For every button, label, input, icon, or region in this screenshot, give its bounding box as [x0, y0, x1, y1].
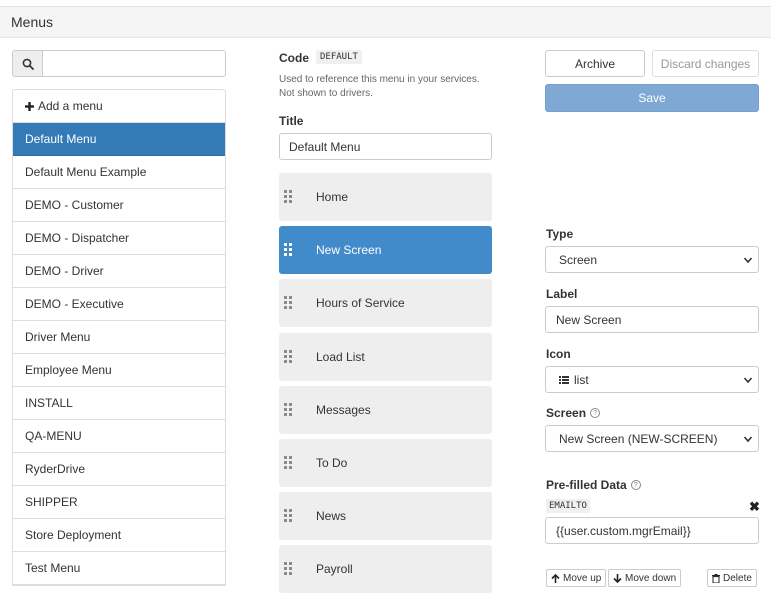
- screen-label-text: Screen: [546, 406, 587, 420]
- screen-item-label: Home: [316, 190, 349, 204]
- delete-label: Delete: [723, 572, 752, 584]
- label-input[interactable]: [545, 306, 759, 333]
- add-menu-label: Add a menu: [38, 99, 103, 113]
- prefilled-key-badge: EMAILTO: [546, 499, 590, 513]
- screen-item[interactable]: Hours of Service: [279, 279, 492, 328]
- menu-list-item[interactable]: Default Menu Example: [13, 156, 225, 189]
- screen-item[interactable]: To Do: [279, 438, 492, 487]
- label-label-text: Label: [546, 287, 578, 301]
- menu-list-item[interactable]: Default Menu: [13, 123, 225, 156]
- type-select[interactable]: Screen: [545, 246, 759, 273]
- screen-item[interactable]: Load List: [279, 332, 492, 381]
- drag-handle-icon[interactable]: [284, 296, 294, 310]
- drag-handle-icon[interactable]: [284, 349, 294, 364]
- discard-changes-button[interactable]: Discard changes: [652, 50, 759, 77]
- menu-list-item[interactable]: INSTALL: [13, 387, 225, 420]
- screen-item-label: Hours of Service: [316, 296, 405, 311]
- title-input[interactable]: [279, 133, 492, 160]
- menu-list-item[interactable]: QA-MENU: [13, 420, 225, 453]
- save-button[interactable]: Save: [545, 84, 759, 112]
- page-header: Menus: [0, 6, 771, 38]
- code-label: Code: [279, 51, 309, 65]
- move-down-label: Move down: [625, 572, 677, 584]
- menu-list-item[interactable]: DEMO - Customer: [13, 189, 225, 222]
- screen-select[interactable]: New Screen (NEW-SCREEN): [545, 425, 759, 452]
- archive-button[interactable]: Archive: [545, 50, 645, 77]
- menu-list-item[interactable]: DEMO - Driver: [13, 255, 225, 288]
- menu-list-item[interactable]: SHIPPER: [13, 486, 225, 519]
- drag-handle-icon[interactable]: [284, 190, 294, 204]
- icon-label: Icon: [546, 347, 571, 361]
- chevron-down-icon: [743, 377, 753, 384]
- screen-list: Home New Screen Hours of Service Load List M…: [279, 173, 492, 599]
- screen-select-value: New Screen (NEW-SCREEN): [559, 431, 718, 446]
- screen-item-label: New Screen: [316, 243, 382, 258]
- remove-prefilled-icon[interactable]: ✖: [749, 499, 760, 515]
- menu-list-item[interactable]: Driver Menu: [13, 321, 225, 354]
- icon-select[interactable]: list: [545, 366, 759, 393]
- chevron-down-icon: [743, 257, 753, 264]
- type-label: Type: [546, 227, 573, 241]
- trash-icon: [712, 573, 720, 583]
- menu-list-item[interactable]: DEMO - Dispatcher: [13, 222, 225, 255]
- move-up-label: Move up: [563, 572, 602, 584]
- chevron-down-icon: [743, 436, 753, 443]
- type-label-text: Type: [546, 227, 574, 241]
- move-up-button[interactable]: Move up: [546, 569, 607, 587]
- screen-item[interactable]: News: [279, 492, 492, 541]
- screen-item[interactable]: Home: [279, 173, 492, 221]
- drag-handle-icon[interactable]: [284, 509, 294, 523]
- screen-item-label: News: [316, 509, 347, 524]
- menu-list-item[interactable]: Store Deployment: [13, 519, 225, 552]
- drag-handle-icon[interactable]: [284, 562, 294, 576]
- menu-list-item[interactable]: Test Menu: [13, 552, 225, 585]
- menu-list-item[interactable]: DEMO - Executive: [13, 288, 225, 321]
- help-icon[interactable]: ?: [630, 480, 641, 490]
- drag-handle-icon[interactable]: [284, 402, 294, 417]
- search-icon: [22, 58, 34, 70]
- page-title: Menus: [11, 14, 54, 30]
- type-select-value: Screen: [559, 252, 598, 267]
- search-addon: [12, 50, 43, 77]
- prefilled-data-label-text: Pre-filled Data: [546, 478, 627, 492]
- search-input[interactable]: [42, 50, 226, 77]
- code-help-text: Used to reference this menu in your serv…: [279, 74, 480, 99]
- label-label: Label: [546, 287, 577, 301]
- title-label: Title: [279, 114, 304, 128]
- screen-item[interactable]: Messages: [279, 385, 492, 434]
- arrow-down-icon: [613, 573, 622, 583]
- screen-item-label: Messages: [316, 402, 371, 417]
- arrow-up-icon: [551, 573, 560, 583]
- screen-item[interactable]: Payroll: [279, 545, 492, 594]
- delete-button[interactable]: Delete: [707, 569, 757, 587]
- move-down-button[interactable]: Move down: [608, 569, 682, 587]
- screen-item-label: To Do: [316, 455, 348, 470]
- drag-handle-icon[interactable]: [284, 455, 294, 470]
- icon-select-value: list: [574, 372, 589, 387]
- prefilled-data-label: Pre-filled Data ?: [546, 478, 641, 492]
- prefilled-value-input[interactable]: [545, 517, 759, 544]
- screen-label: Screen ?: [546, 406, 601, 420]
- menu-list-item[interactable]: Employee Menu: [13, 354, 225, 387]
- menu-list: Add a menu Default Menu Default Menu Exam…: [12, 89, 226, 586]
- help-icon[interactable]: ?: [590, 408, 601, 418]
- screen-item-label: Load List: [316, 349, 365, 364]
- drag-handle-icon[interactable]: [284, 243, 294, 257]
- add-menu-button[interactable]: Add a menu: [13, 90, 225, 123]
- screen-item-label: Payroll: [316, 562, 353, 577]
- list-icon: [559, 375, 569, 384]
- plus-icon: [25, 101, 34, 111]
- icon-label-text: Icon: [546, 347, 571, 361]
- menu-list-item[interactable]: RyderDrive: [13, 453, 225, 486]
- screen-item[interactable]: New Screen: [279, 226, 492, 275]
- code-badge: DEFAULT: [316, 50, 362, 64]
